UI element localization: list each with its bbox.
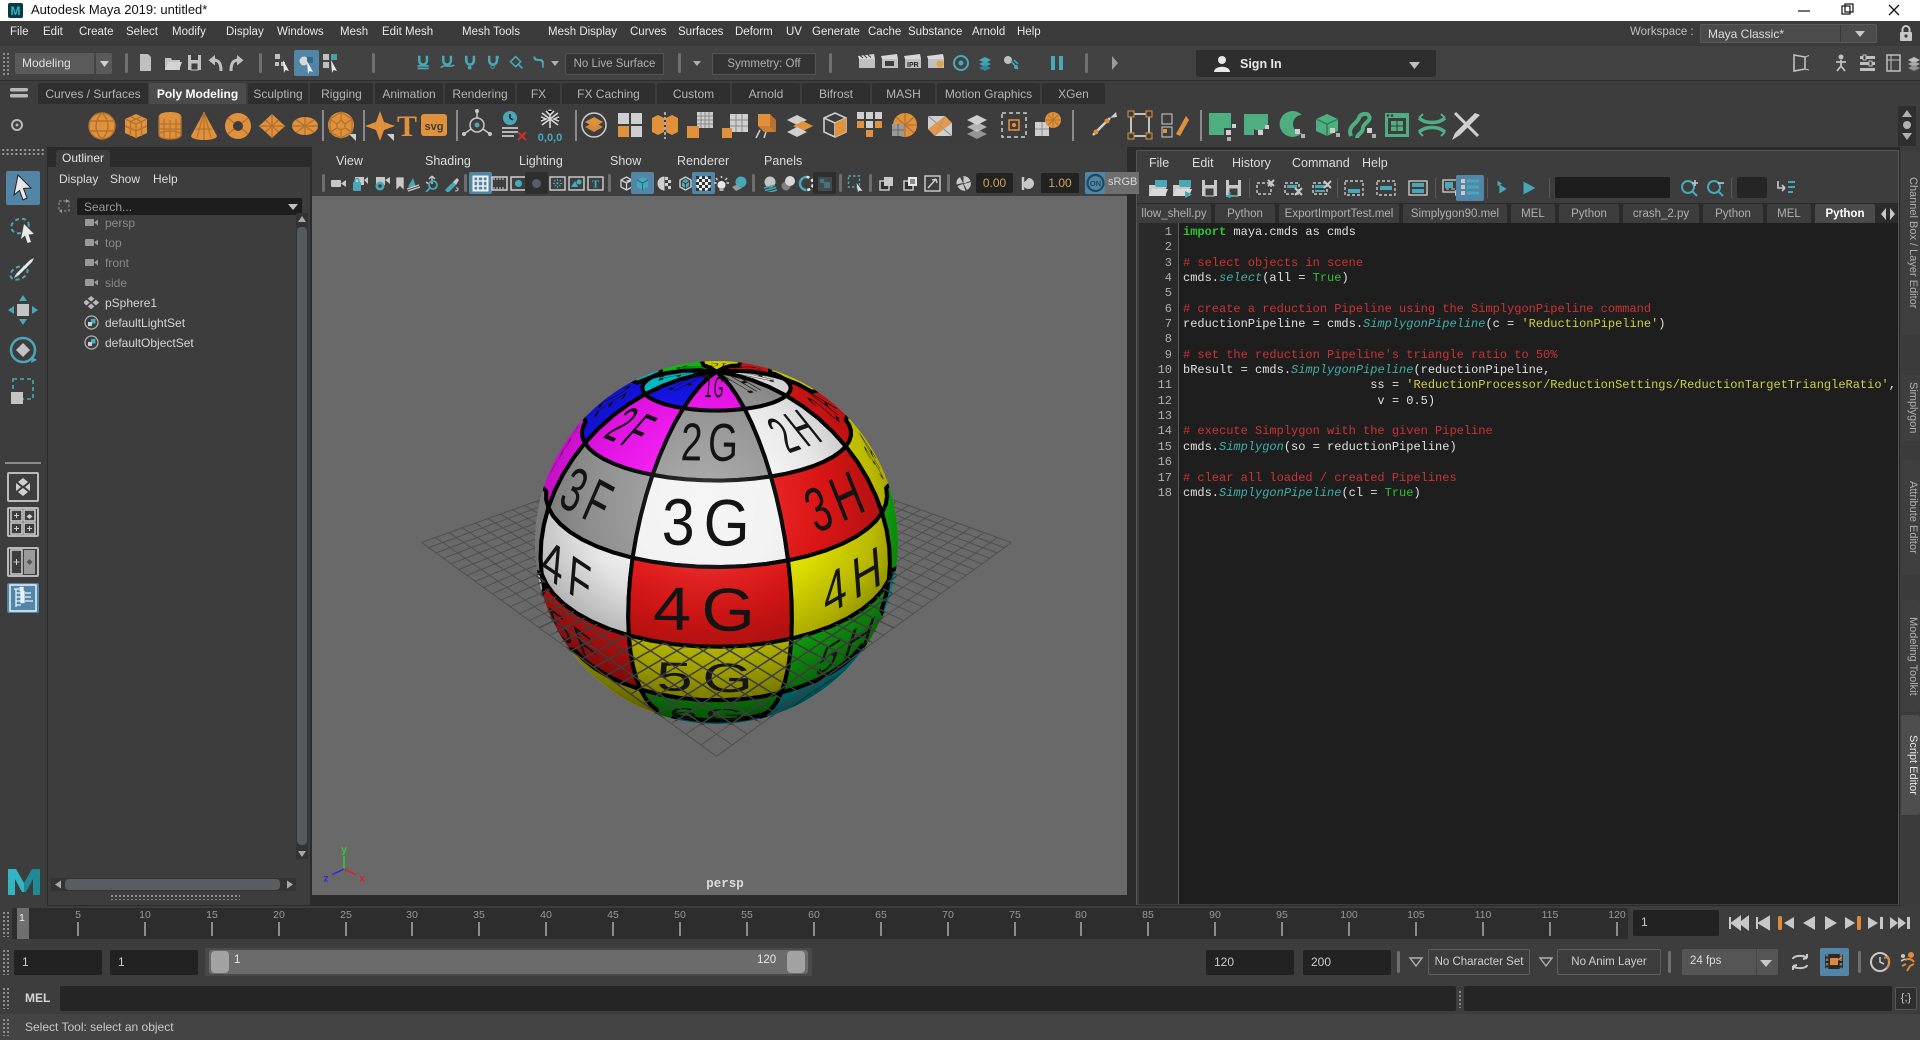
svg-text:ON: ON xyxy=(1090,179,1101,188)
svg-text:T: T xyxy=(592,179,600,191)
svg-text:persp: persp xyxy=(706,877,744,891)
svg-text:z: z xyxy=(324,874,329,885)
svg-text:y: y xyxy=(341,845,347,856)
svg-text:4G: 4G xyxy=(653,574,766,645)
svg-text:2G: 2G xyxy=(680,412,745,472)
svg-text:0,0,0: 0,0,0 xyxy=(538,132,562,144)
svg-text:T: T xyxy=(397,110,417,143)
svg-text:IPR: IPR xyxy=(907,62,919,69)
svg-text:3G: 3G xyxy=(661,485,759,560)
svg-text:svg: svg xyxy=(425,121,444,133)
svg-text:M: M xyxy=(11,4,21,18)
svg-text:x: x xyxy=(359,874,365,885)
